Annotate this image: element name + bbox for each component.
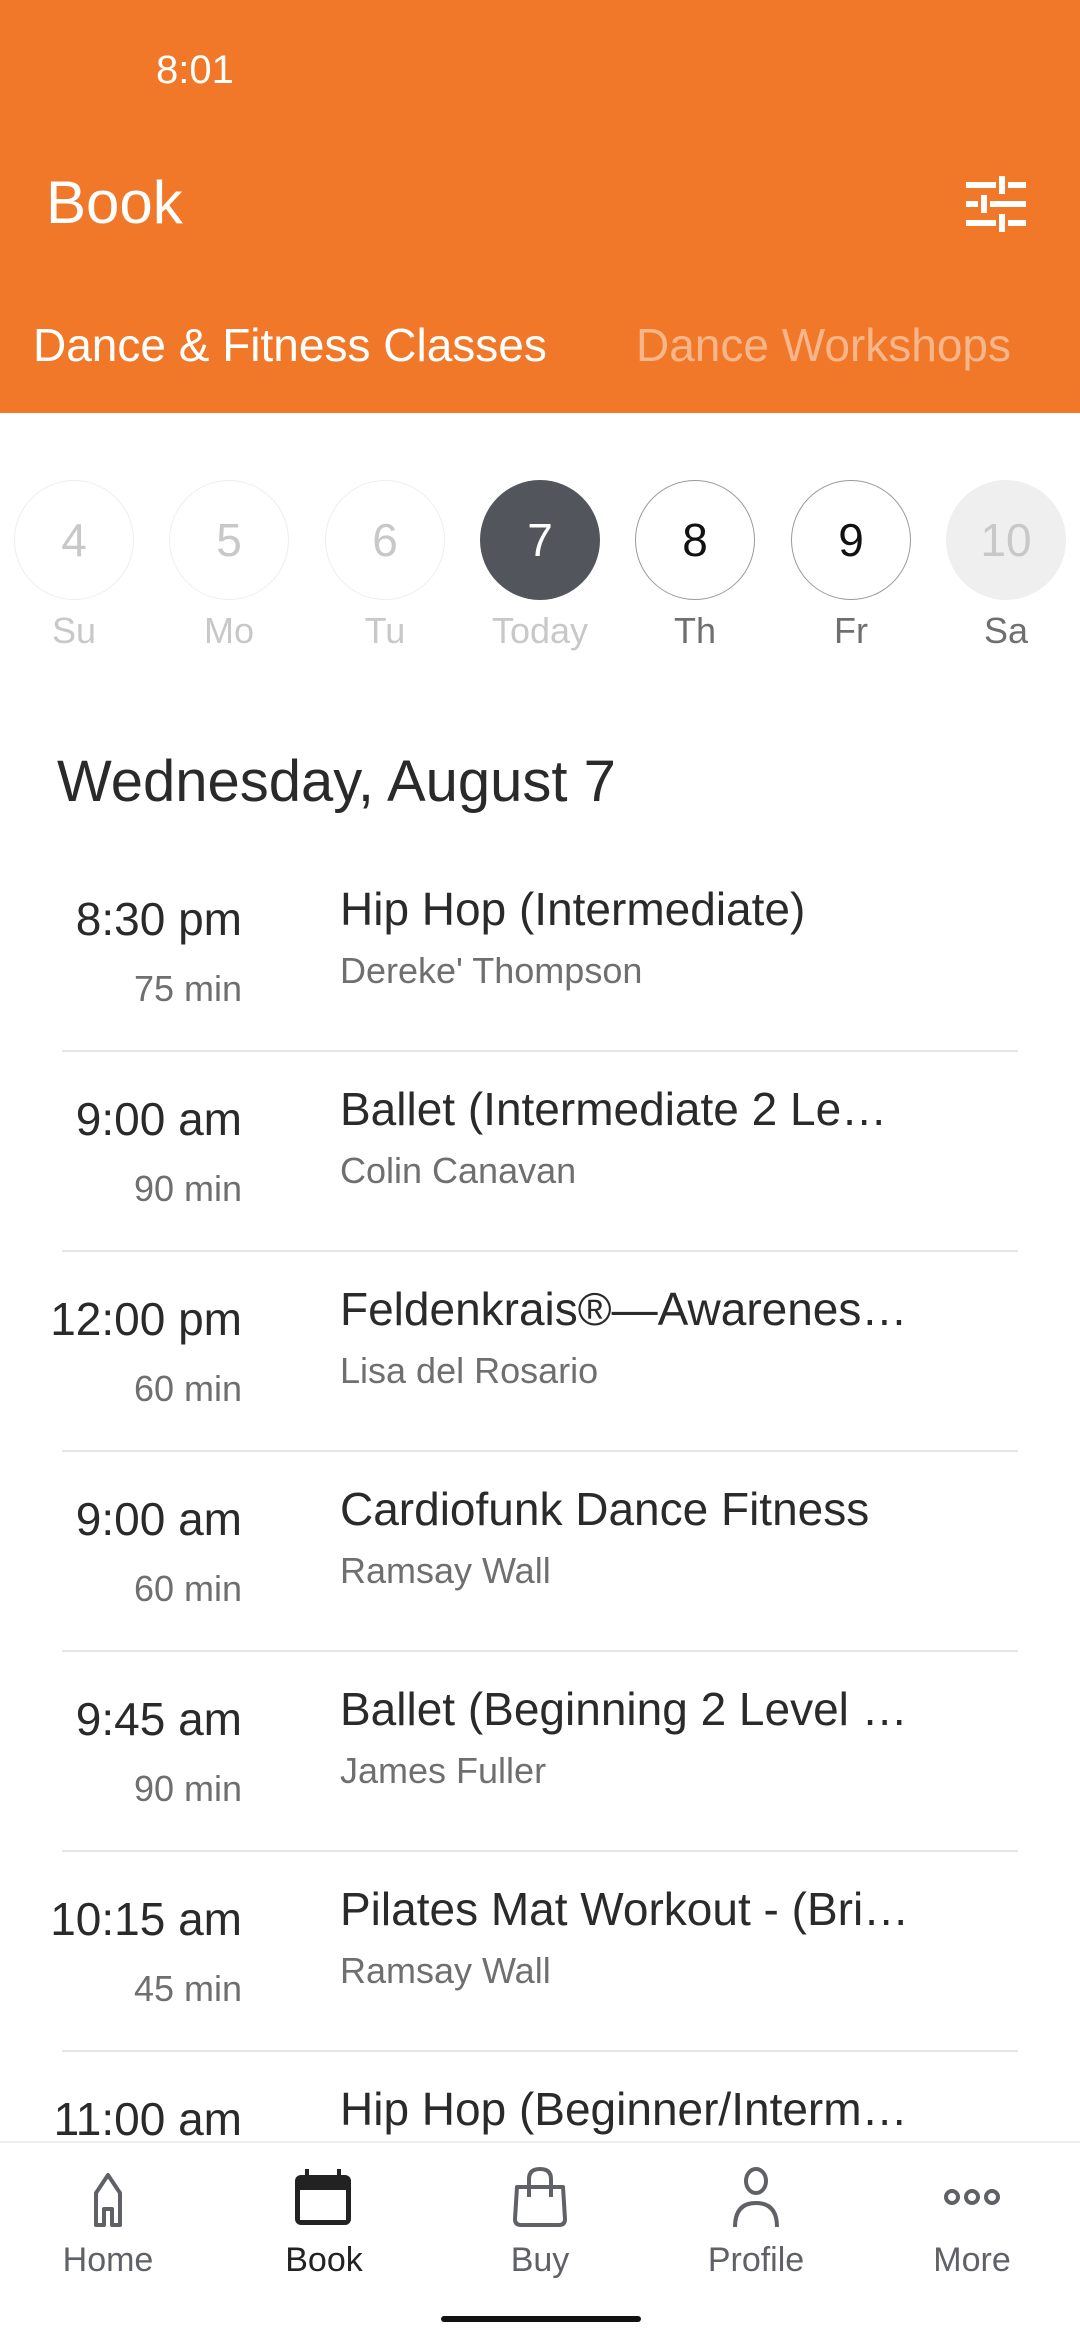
- home-icon: [94, 2173, 122, 2227]
- filter-button[interactable]: [966, 176, 1026, 232]
- class-duration: 75 min: [133, 968, 242, 1009]
- date-label: Mo: [203, 610, 254, 651]
- sliders-icon: [966, 176, 1026, 232]
- date-day-4[interactable]: 4 Su: [14, 480, 134, 652]
- date-circle: 5: [169, 480, 289, 600]
- more-dots-icon: [944, 2189, 1000, 2205]
- date-day-5[interactable]: 5 Mo: [169, 480, 289, 652]
- date-label: Sa: [983, 610, 1029, 651]
- class-time: 12:00 pm: [50, 1293, 242, 1345]
- class-name: Ballet (Beginning 2 Level …: [340, 1683, 908, 1735]
- date-label: Fr: [834, 610, 868, 651]
- class-row[interactable]: 9:00 am 60 min Cardiofunk Dance Fitness …: [0, 1452, 1080, 1652]
- class-teacher: Ramsay Wall: [340, 1550, 551, 1591]
- class-time: 9:00 am: [75, 1093, 242, 1145]
- class-name: Cardiofunk Dance Fitness: [340, 1483, 870, 1535]
- class-time: 9:00 am: [75, 1493, 242, 1545]
- class-row[interactable]: 10:15 am 45 min Pilates Mat Workout - (B…: [0, 1852, 1080, 2052]
- date-day-10[interactable]: 10 Sa: [946, 480, 1066, 652]
- class-duration: 60 min: [133, 1568, 242, 1609]
- date-label: Su: [51, 610, 97, 651]
- shopping-bag-icon: [513, 2166, 567, 2227]
- date-circle: 10: [946, 480, 1066, 600]
- page-title: Book: [46, 169, 183, 236]
- nav-label: Profile: [707, 2241, 805, 2279]
- class-duration: 90 min: [133, 1168, 242, 1209]
- date-circle: 9: [791, 480, 911, 600]
- date-day-9[interactable]: 9 Fr: [791, 480, 911, 652]
- date-label: Today: [491, 610, 589, 651]
- class-teacher: James Fuller: [340, 1750, 547, 1791]
- class-name: Ballet (Intermediate 2 Le…: [340, 1083, 888, 1135]
- date-label: Th: [673, 610, 716, 651]
- date-circle: 4: [14, 480, 134, 600]
- class-teacher: Dereke' Thompson: [340, 950, 643, 991]
- nav-label: More: [933, 2241, 1011, 2279]
- class-duration: 90 min: [133, 1768, 242, 1809]
- class-name: Pilates Mat Workout - (Bri…: [340, 1883, 910, 1935]
- nav-buy[interactable]: Buy: [432, 2163, 648, 2280]
- bottom-nav: Home Book Buy Profile More: [0, 2141, 1080, 2340]
- class-time: 9:45 am: [75, 1693, 242, 1745]
- class-list: 8:30 pm 75 min Hip Hop (Intermediate) De…: [0, 852, 1080, 2252]
- class-duration: 60 min: [133, 1368, 242, 1409]
- class-name: Hip Hop (Intermediate): [340, 883, 806, 935]
- date-picker: 4 Su 5 Mo 6 Tu 7 Today 8 Th 9 Fr 10 Sa: [0, 480, 1080, 660]
- class-time: 10:15 am: [50, 1893, 242, 1945]
- class-teacher: Lisa del Rosario: [340, 1350, 599, 1391]
- person-icon: [733, 2167, 779, 2228]
- class-time: 8:30 pm: [75, 893, 242, 945]
- date-day-6[interactable]: 6 Tu: [325, 480, 445, 652]
- class-row[interactable]: 12:00 pm 60 min Feldenkrais®—Awarenes… L…: [0, 1252, 1080, 1452]
- nav-label: Home: [62, 2241, 154, 2279]
- nav-home[interactable]: Home: [0, 2163, 216, 2280]
- class-teacher: Colin Canavan: [340, 1150, 577, 1191]
- date-day-7-selected[interactable]: 7 Today: [480, 480, 600, 652]
- class-name: Feldenkrais®—Awarenes…: [340, 1283, 908, 1335]
- tab-dance-fitness-classes[interactable]: Dance & Fitness Classes: [33, 318, 547, 372]
- nav-label: Buy: [510, 2241, 570, 2279]
- calendar-icon: [295, 2169, 351, 2225]
- app-header: 8:01 Book Dance & Fitness Classes Dance …: [0, 0, 1080, 413]
- tab-dance-workshops[interactable]: Dance Workshops: [636, 318, 1011, 372]
- schedule-date-title: Wednesday, August 7: [57, 749, 616, 814]
- date-day-8[interactable]: 8 Th: [635, 480, 755, 652]
- nav-profile[interactable]: Profile: [648, 2163, 864, 2280]
- date-circle: 8: [635, 480, 755, 600]
- home-indicator[interactable]: [441, 2316, 641, 2322]
- class-teacher: Ramsay Wall: [340, 1950, 551, 1991]
- class-row[interactable]: 9:00 am 90 min Ballet (Intermediate 2 Le…: [0, 1052, 1080, 1252]
- nav-label: Book: [285, 2241, 363, 2279]
- class-row[interactable]: 8:30 pm 75 min Hip Hop (Intermediate) De…: [0, 852, 1080, 1052]
- date-circle: 7: [480, 480, 600, 600]
- class-row[interactable]: 9:45 am 90 min Ballet (Beginning 2 Level…: [0, 1652, 1080, 1852]
- nav-book[interactable]: Book: [216, 2163, 432, 2280]
- class-name: Hip Hop (Beginner/Interm…: [340, 2083, 908, 2135]
- class-duration: 45 min: [133, 1968, 242, 2009]
- date-label: Tu: [364, 610, 406, 651]
- nav-more[interactable]: More: [864, 2163, 1080, 2280]
- date-circle: 6: [325, 480, 445, 600]
- class-time: 11:00 am: [53, 2093, 242, 2145]
- status-bar-time: 8:01: [156, 48, 234, 92]
